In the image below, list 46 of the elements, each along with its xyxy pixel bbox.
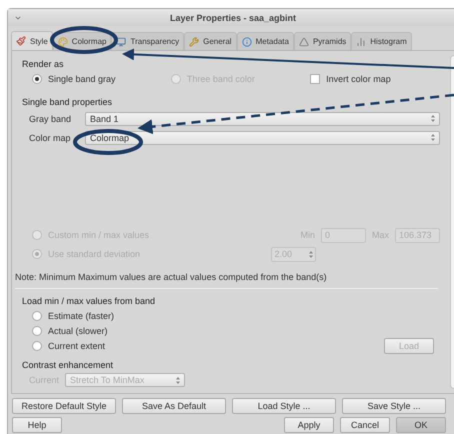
section-heading: Render as: [22, 58, 64, 71]
spin-arrows-icon[interactable]: [431, 114, 435, 123]
checkbox-label: Invert color map: [326, 74, 391, 84]
info-icon: [242, 36, 252, 46]
field-label: Gray band: [29, 114, 72, 124]
highlight-ellipse: [50, 26, 118, 54]
dialog-button[interactable]: Help: [12, 417, 62, 433]
radio-button[interactable]: [32, 74, 42, 84]
dialog-button[interactable]: Cancel: [340, 417, 390, 433]
style-button[interactable]: Load Style ...: [232, 398, 336, 414]
highlight-ellipse: [73, 129, 143, 155]
radio-button[interactable]: [32, 326, 42, 336]
radio-label: Current extent: [48, 340, 106, 350]
radio-button[interactable]: [32, 310, 42, 320]
style-button[interactable]: Save As Default: [122, 398, 226, 414]
wrench-icon: [189, 36, 200, 46]
radio-label: Actual (slower): [48, 326, 108, 336]
section-heading: Load min / max values from band: [22, 295, 156, 308]
triangle-icon: [298, 36, 309, 46]
section-heading: Single band properties: [22, 96, 112, 109]
tab[interactable]: Pyramids: [294, 32, 352, 50]
monitor-icon: [116, 36, 126, 46]
dropdown[interactable]: Colormap: [85, 130, 440, 144]
tab[interactable]: Histogram: [351, 32, 412, 50]
style-button[interactable]: Restore Default Style: [12, 398, 116, 414]
radio-button[interactable]: [32, 340, 42, 350]
dialog-button[interactable]: Apply: [284, 417, 334, 433]
checkbox[interactable]: [310, 74, 320, 84]
chart-icon: [356, 36, 366, 46]
spin-arrows-icon[interactable]: [431, 133, 435, 142]
style-button[interactable]: Save Style ...: [342, 398, 446, 414]
note-text: Note: Minimum Maximum values are actual values computed from the band(s): [15, 270, 438, 289]
spin-arrows-icon[interactable]: [308, 250, 313, 258]
palette-icon: [58, 36, 68, 46]
window-title: Layer Properties - saa_agbint: [168, 12, 298, 22]
tab[interactable]: Transparency: [111, 32, 184, 50]
section-heading: Contrast enhancement: [22, 359, 114, 372]
tab[interactable]: Style: [11, 31, 53, 50]
radio-label: Single band gray: [48, 74, 116, 84]
tab[interactable]: Metadata: [236, 32, 294, 50]
radio-label: Estimate (faster): [48, 310, 114, 320]
dropdown[interactable]: Band 1: [85, 112, 440, 126]
field-label: Color map: [29, 132, 72, 142]
dialog-button[interactable]: OK: [396, 417, 446, 433]
tab[interactable]: General: [184, 32, 237, 50]
brush-icon: [16, 36, 26, 46]
